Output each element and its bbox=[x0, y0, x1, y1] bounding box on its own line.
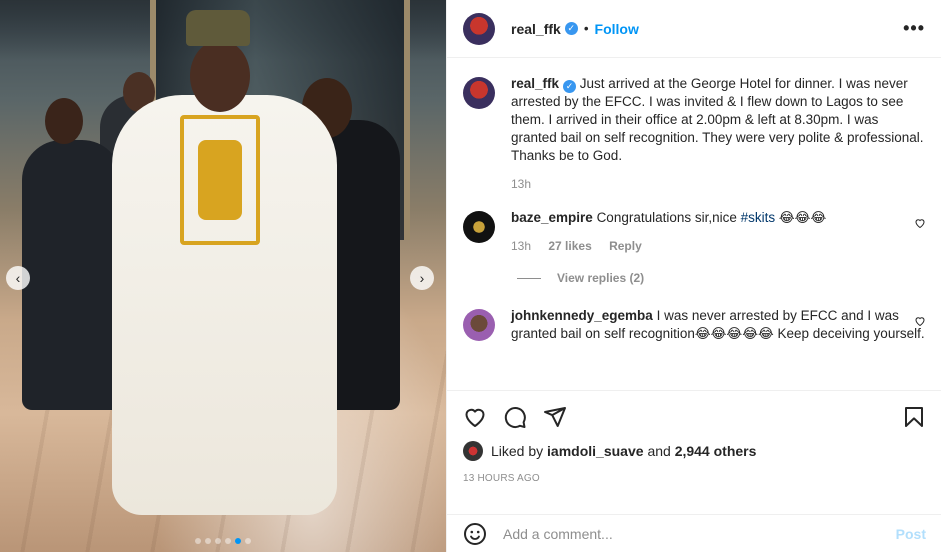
comment-like-button[interactable] bbox=[914, 315, 926, 330]
emoji-icon bbox=[464, 522, 486, 545]
comment-emoji: 😂😂😂 bbox=[775, 210, 827, 225]
add-comment-bar: Post bbox=[447, 514, 941, 552]
header-separator: • bbox=[583, 21, 589, 36]
carousel-prev-button[interactable]: ‹ bbox=[6, 266, 30, 290]
post-timestamp[interactable]: 13 HOURS AGO bbox=[463, 473, 926, 484]
caption-avatar[interactable] bbox=[463, 77, 495, 109]
comment-username[interactable]: johnkennedy_egemba bbox=[511, 308, 653, 323]
comment-item: johnkennedy_egemba I was never arrested … bbox=[463, 307, 926, 343]
likes-others[interactable]: 2,944 others bbox=[675, 443, 757, 459]
emoji-button[interactable] bbox=[463, 522, 487, 546]
heart-icon bbox=[915, 317, 925, 327]
post-media[interactable]: ‹ › bbox=[0, 0, 446, 552]
verified-icon: ✓ bbox=[564, 22, 578, 35]
header-username[interactable]: real_ffk bbox=[511, 21, 561, 37]
photo-person-main-head bbox=[190, 40, 250, 112]
likes-and: and bbox=[647, 443, 671, 459]
photo-person-left bbox=[22, 140, 122, 410]
heart-icon bbox=[915, 219, 925, 229]
comment-hashtag[interactable]: #skits bbox=[741, 210, 776, 225]
comment-body: baze_empire Congratulations sir,nice #sk… bbox=[511, 209, 926, 255]
view-replies-button[interactable]: View replies (2) bbox=[517, 271, 926, 285]
comment-avatar[interactable] bbox=[463, 309, 495, 341]
comment-avatar[interactable] bbox=[463, 211, 495, 243]
photo-person-left-head bbox=[45, 98, 83, 144]
caption-meta: 13h bbox=[511, 175, 926, 193]
caption-username[interactable]: real_ffk bbox=[511, 76, 559, 91]
carousel-dot bbox=[205, 538, 211, 544]
reply-button[interactable]: Reply bbox=[609, 239, 642, 253]
verified-icon: ✓ bbox=[563, 80, 577, 93]
post-side-panel: real_ffk ✓ • Follow ••• real_ffk ✓ Just a… bbox=[446, 0, 941, 552]
carousel-dot bbox=[245, 538, 251, 544]
comment-text: Congratulations sir,nice bbox=[596, 210, 741, 225]
comment-button[interactable] bbox=[503, 405, 527, 429]
like-button[interactable] bbox=[463, 405, 487, 429]
carousel-dot bbox=[195, 538, 201, 544]
post-button[interactable]: Post bbox=[896, 526, 926, 542]
comment-likes[interactable]: 27 likes bbox=[548, 239, 591, 253]
comment-body: johnkennedy_egemba I was never arrested … bbox=[511, 307, 926, 343]
comments-list[interactable]: real_ffk ✓ Just arrived at the George Hot… bbox=[447, 59, 941, 390]
share-button[interactable] bbox=[543, 405, 567, 429]
likes-prefix: Liked by bbox=[491, 443, 544, 459]
more-icon[interactable]: ••• bbox=[903, 18, 925, 39]
comment-time[interactable]: 13h bbox=[511, 239, 531, 253]
caption-body: real_ffk ✓ Just arrived at the George Hot… bbox=[511, 75, 926, 193]
view-replies-label: View replies (2) bbox=[557, 271, 645, 285]
comment-item: baze_empire Congratulations sir,nice #sk… bbox=[463, 209, 926, 255]
avatar[interactable] bbox=[463, 12, 495, 45]
view-replies-line bbox=[517, 277, 541, 279]
photo-cap bbox=[186, 10, 250, 46]
comment-meta: 13h 27 likes Reply bbox=[511, 237, 926, 255]
carousel-dot bbox=[215, 538, 221, 544]
comment-username[interactable]: baze_empire bbox=[511, 210, 593, 225]
likes-summary: Liked by iamdoli_suave and 2,944 others bbox=[463, 441, 926, 461]
heart-icon bbox=[465, 408, 485, 427]
comment-icon bbox=[504, 407, 526, 429]
comment-like-button[interactable] bbox=[914, 217, 926, 232]
save-button[interactable] bbox=[902, 405, 926, 429]
caption-time[interactable]: 13h bbox=[511, 177, 531, 191]
photo-embroidery-inner bbox=[198, 140, 242, 220]
liker-username[interactable]: iamdoli_suave bbox=[547, 443, 644, 459]
share-icon bbox=[544, 407, 566, 427]
post-actions: Liked by iamdoli_suave and 2,944 others … bbox=[447, 390, 941, 484]
caption: real_ffk ✓ Just arrived at the George Hot… bbox=[463, 75, 926, 193]
comment-input[interactable] bbox=[503, 525, 896, 542]
action-icons bbox=[463, 397, 926, 437]
bookmark-icon bbox=[905, 407, 923, 427]
follow-button[interactable]: Follow bbox=[595, 21, 639, 37]
post: ‹ › real_ffk ✓ • Follow ••• real_ffk ✓ Ju… bbox=[0, 0, 941, 552]
chevron-right-icon: › bbox=[419, 270, 425, 286]
carousel-dot bbox=[235, 538, 241, 544]
liker-avatar[interactable] bbox=[463, 441, 483, 461]
chevron-left-icon: ‹ bbox=[15, 270, 21, 286]
carousel-dot bbox=[225, 538, 231, 544]
post-header: real_ffk ✓ • Follow ••• bbox=[447, 0, 941, 58]
carousel-next-button[interactable]: › bbox=[410, 266, 434, 290]
carousel-indicator bbox=[0, 538, 446, 544]
